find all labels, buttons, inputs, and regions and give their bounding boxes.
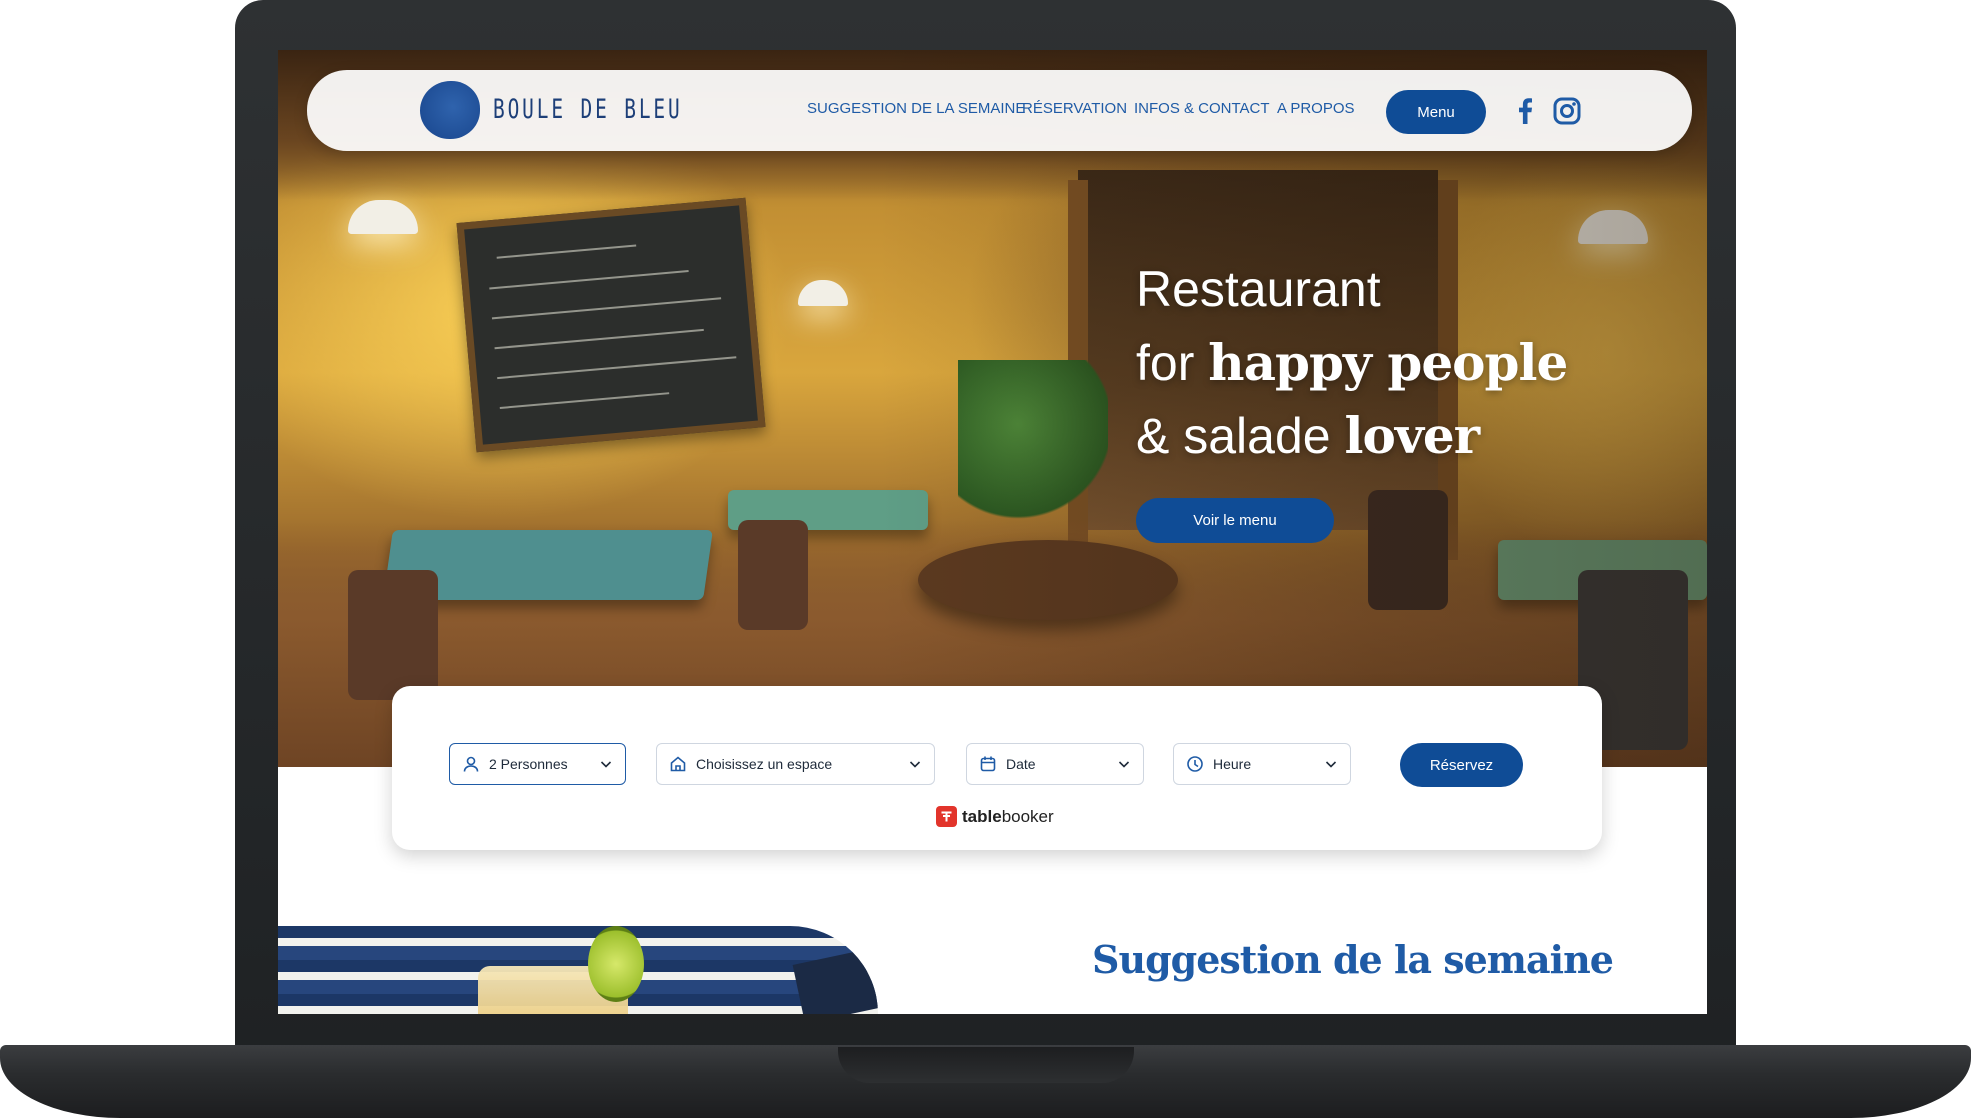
hero-line3-bold: lover [1344,406,1480,465]
chevron-down-icon [1325,761,1337,768]
hero-line3-light: & salade [1136,408,1345,464]
hero-title-line1: Restaurant [1136,261,1381,317]
booking-widget: 2 Personnes Choisissez un espace Date He… [392,686,1602,850]
section-title: Suggestion de la semaine [1092,937,1614,982]
hero-line2-bold: happy people [1208,333,1568,392]
tablebooker-brand[interactable]: tablebooker [936,806,1054,827]
nav-infos-contact[interactable]: INFOS & CONTACT [1134,100,1270,117]
tablebooker-text: tablebooker [962,806,1054,826]
home-icon [670,756,686,772]
tablebooker-icon [936,806,957,827]
chalkboard-menu [456,197,766,453]
hero-line2-light: for [1136,335,1209,391]
guests-select[interactable]: 2 Personnes [449,743,626,785]
menu-button[interactable]: Menu [1386,90,1486,134]
logo-mark[interactable] [420,81,480,139]
user-icon [463,756,479,772]
facebook-icon[interactable] [1510,96,1540,126]
clock-icon [1187,756,1203,772]
suggestion-photo [278,926,878,1014]
hero-title-line2: for happy people [1136,333,1568,392]
hero-title-line3: & salade lover [1136,406,1480,465]
guests-value: 2 Personnes [489,756,568,772]
space-value: Choisissez un espace [696,756,833,772]
website-screen: BOULE DE BLEU SUGGESTION DE LA SEMAINE R… [278,50,1707,1014]
view-menu-button[interactable]: Voir le menu [1136,498,1334,543]
nav-a-propos[interactable]: A PROPOS [1277,100,1355,117]
chevron-down-icon [600,761,612,768]
date-select[interactable]: Date [966,743,1144,785]
time-value: Heure [1213,756,1252,772]
logo-wordmark[interactable]: BOULE DE BLEU [493,94,683,125]
calendar-icon [980,756,996,772]
nav-reservation[interactable]: RÉSERVATION [1022,100,1127,117]
chevron-down-icon [1118,761,1130,768]
nav-suggestion[interactable]: SUGGESTION DE LA SEMAINE [807,100,1025,117]
hero-restaurant-photo [278,50,1707,767]
chevron-down-icon [909,761,921,768]
reserve-button[interactable]: Réservez [1400,743,1523,787]
date-value: Date [1006,756,1036,772]
time-select[interactable]: Heure [1173,743,1351,785]
site-header: BOULE DE BLEU SUGGESTION DE LA SEMAINE R… [307,70,1692,151]
space-select[interactable]: Choisissez un espace [656,743,935,785]
laptop-notch [838,1047,1134,1083]
instagram-icon[interactable] [1552,96,1582,126]
